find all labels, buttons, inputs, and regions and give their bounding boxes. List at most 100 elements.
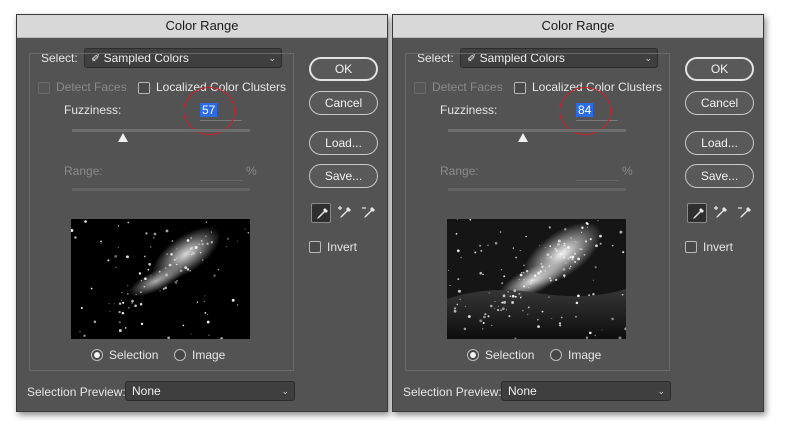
star bbox=[165, 273, 169, 277]
star bbox=[512, 247, 515, 249]
star bbox=[521, 271, 523, 274]
star bbox=[198, 243, 200, 245]
star bbox=[165, 229, 169, 233]
star bbox=[551, 317, 553, 320]
star bbox=[528, 281, 530, 283]
star bbox=[176, 247, 178, 249]
star bbox=[525, 270, 529, 273]
detect-faces-checkbox[interactable] bbox=[38, 82, 50, 94]
star bbox=[541, 310, 544, 313]
star bbox=[619, 230, 623, 234]
fuzziness-slider-track[interactable] bbox=[72, 129, 250, 132]
fuzziness-slider-thumb[interactable] bbox=[517, 133, 528, 142]
ok-button[interactable]: OK bbox=[309, 57, 378, 81]
eyedropper-icon[interactable] bbox=[311, 203, 331, 223]
star bbox=[189, 270, 192, 272]
cancel-button[interactable]: Cancel bbox=[309, 91, 378, 115]
selection-preview-dropdown[interactable]: None ⌄ bbox=[501, 381, 671, 401]
invert-checkbox[interactable] bbox=[309, 241, 321, 253]
star bbox=[121, 311, 125, 315]
save-button[interactable]: Save... bbox=[685, 164, 754, 188]
star bbox=[93, 320, 97, 324]
star bbox=[456, 303, 459, 306]
star bbox=[190, 253, 193, 256]
fuzziness-slider-track[interactable] bbox=[448, 129, 626, 132]
star bbox=[559, 324, 562, 327]
selection-radio[interactable] bbox=[467, 349, 479, 361]
star bbox=[457, 289, 461, 293]
star bbox=[509, 295, 512, 297]
star bbox=[126, 292, 129, 295]
cancel-button[interactable]: Cancel bbox=[685, 91, 754, 115]
star bbox=[491, 324, 493, 326]
selection-preview-value: None bbox=[508, 384, 537, 398]
selection-radio[interactable] bbox=[91, 349, 103, 361]
star bbox=[207, 313, 209, 316]
star bbox=[176, 257, 177, 259]
star bbox=[564, 228, 567, 231]
annotation-circle bbox=[559, 87, 611, 135]
star bbox=[80, 306, 83, 310]
star bbox=[140, 322, 144, 326]
star bbox=[563, 274, 566, 277]
star bbox=[83, 334, 86, 337]
star bbox=[74, 236, 77, 239]
star bbox=[562, 268, 566, 271]
star bbox=[500, 309, 502, 312]
star bbox=[523, 264, 525, 267]
star bbox=[190, 247, 193, 250]
load-button[interactable]: Load... bbox=[685, 131, 754, 155]
image-radio[interactable] bbox=[174, 349, 186, 361]
ok-button[interactable]: OK bbox=[685, 57, 754, 81]
star bbox=[580, 248, 583, 251]
star bbox=[205, 235, 207, 237]
star bbox=[482, 273, 484, 276]
star bbox=[201, 242, 204, 246]
star bbox=[179, 269, 183, 273]
detect-faces-checkbox[interactable] bbox=[414, 82, 426, 94]
dialog-title: Color Range bbox=[17, 15, 387, 38]
star bbox=[585, 336, 589, 339]
eyedropper-minus-icon[interactable] bbox=[359, 203, 379, 223]
star bbox=[118, 329, 122, 333]
eyedropper-icon[interactable] bbox=[687, 203, 707, 223]
localized-clusters-checkbox[interactable] bbox=[138, 82, 150, 94]
star bbox=[482, 321, 485, 325]
star bbox=[519, 273, 523, 277]
star bbox=[145, 232, 148, 235]
star bbox=[571, 258, 574, 261]
star bbox=[508, 315, 511, 318]
star bbox=[170, 253, 173, 256]
selection-preview-dropdown[interactable]: None ⌄ bbox=[125, 381, 295, 401]
star bbox=[583, 254, 586, 256]
star bbox=[236, 304, 239, 306]
range-label: Range: bbox=[440, 164, 479, 178]
star bbox=[494, 300, 496, 303]
image-radio[interactable] bbox=[550, 349, 562, 361]
star bbox=[513, 289, 517, 293]
star bbox=[570, 265, 572, 268]
localized-clusters-checkbox[interactable] bbox=[514, 82, 526, 94]
save-button[interactable]: Save... bbox=[309, 164, 378, 188]
selection-radio-label: Selection bbox=[109, 348, 159, 362]
invert-checkbox[interactable] bbox=[685, 241, 697, 253]
star bbox=[511, 301, 515, 304]
load-button[interactable]: Load... bbox=[309, 131, 378, 155]
star bbox=[459, 298, 462, 301]
star bbox=[568, 267, 571, 270]
dialog-title: Color Range bbox=[393, 15, 763, 38]
star bbox=[122, 301, 125, 304]
fuzziness-slider-thumb[interactable] bbox=[117, 133, 128, 142]
star bbox=[184, 266, 188, 269]
invert-label: Invert bbox=[703, 240, 734, 254]
eyedropper-minus-icon[interactable] bbox=[735, 203, 755, 223]
selection-preview-value: None bbox=[132, 384, 161, 398]
star bbox=[90, 287, 93, 290]
eyedropper-plus-icon[interactable] bbox=[711, 203, 731, 223]
star bbox=[115, 266, 117, 268]
selection-radio-label: Selection bbox=[485, 348, 535, 362]
star bbox=[108, 303, 110, 305]
star bbox=[176, 263, 178, 266]
starfield-preview bbox=[71, 220, 250, 339]
eyedropper-plus-icon[interactable] bbox=[335, 203, 355, 223]
